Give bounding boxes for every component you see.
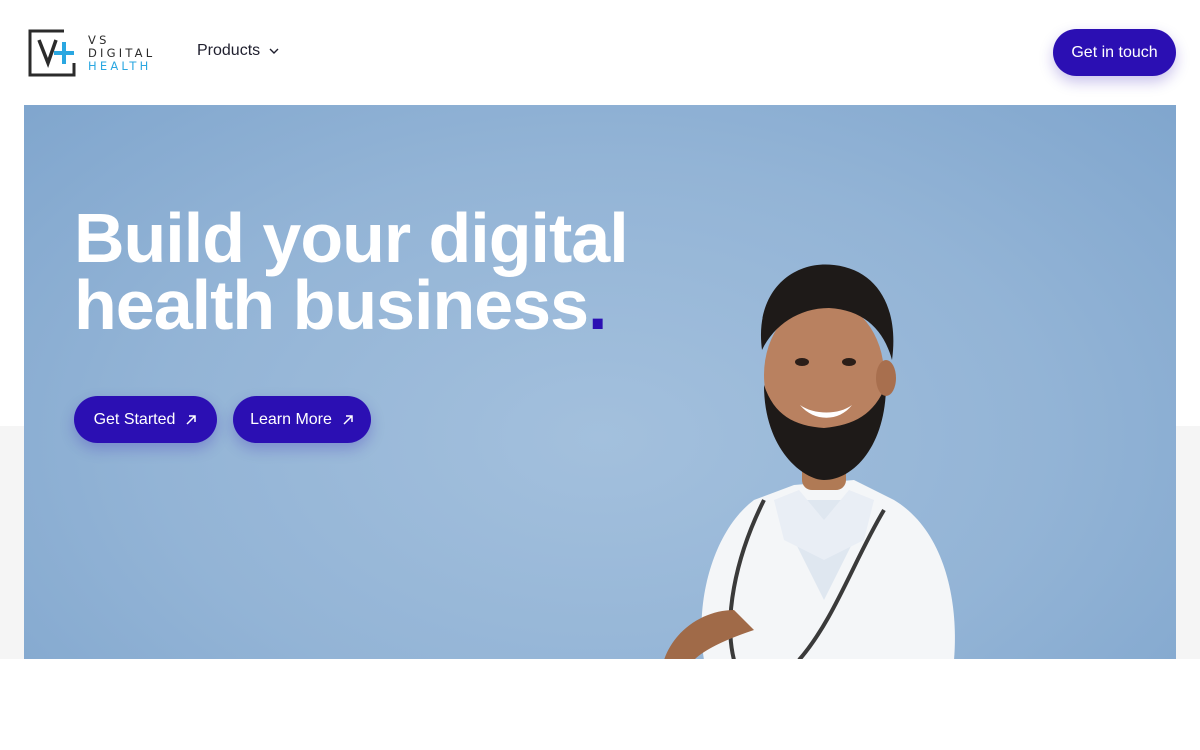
hero-title-line-2: health business — [74, 266, 589, 344]
hero-title-dot: . — [588, 266, 607, 344]
brand-line-2: DIGITAL — [88, 45, 156, 60]
vs-plus-logo-icon — [28, 29, 76, 77]
hero-section: Build your digital health business. Get … — [24, 105, 1176, 659]
brand-line-3: HEALTH — [88, 58, 152, 73]
brand-logo[interactable]: VS DIGITAL HEALTH — [28, 29, 173, 77]
brand-line-1: VS — [88, 32, 110, 47]
arrow-up-right-icon — [343, 414, 353, 425]
brand-wordmark: VS DIGITAL HEALTH — [88, 32, 156, 73]
site-header: VS DIGITAL HEALTH Products Get in touch — [0, 0, 1200, 105]
arrow-up-right-icon — [186, 414, 197, 425]
hero-title: Build your digital health business. — [74, 203, 629, 340]
nav-products-menu[interactable]: Products — [197, 42, 280, 60]
get-in-touch-button[interactable]: Get in touch — [1053, 29, 1176, 76]
get-in-touch-label: Get in touch — [1071, 43, 1158, 61]
chevron-down-icon — [269, 48, 279, 54]
nav-products-label: Products — [197, 42, 261, 59]
get-started-button[interactable]: Get Started — [74, 396, 217, 443]
get-started-label: Get Started — [93, 410, 176, 428]
learn-more-label: Learn More — [250, 410, 332, 428]
doctor-photo — [664, 264, 955, 659]
learn-more-button[interactable]: Learn More — [233, 396, 371, 443]
